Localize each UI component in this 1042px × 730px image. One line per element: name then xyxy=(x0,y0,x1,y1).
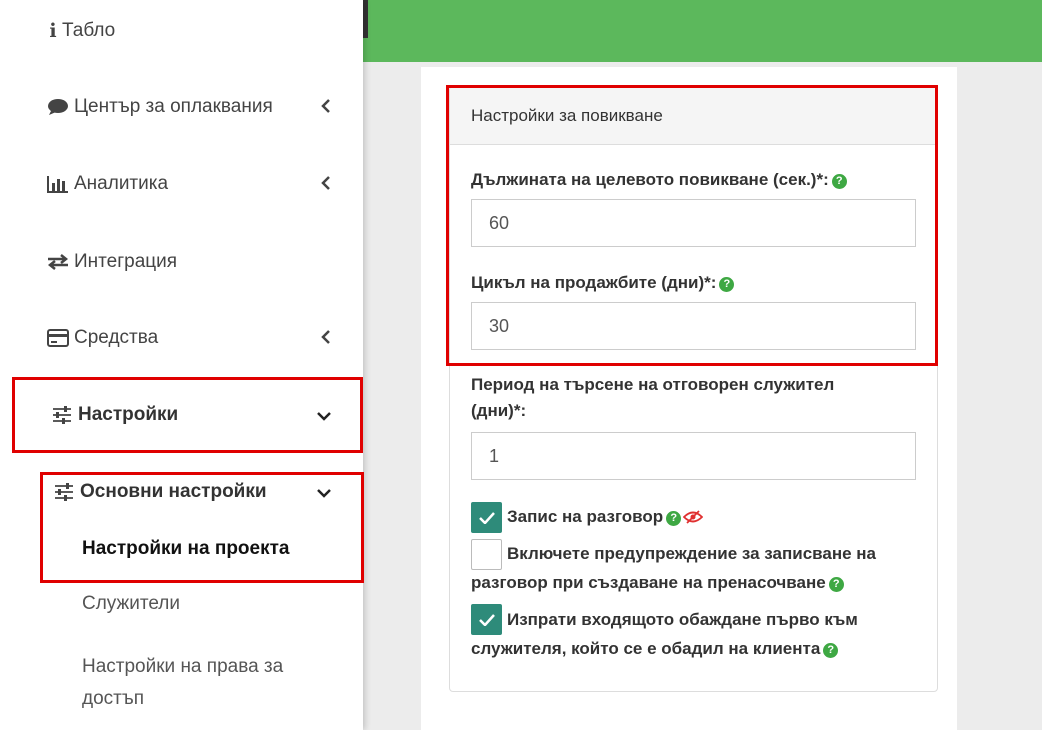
chevron-left-icon xyxy=(321,174,331,195)
help-icon[interactable]: ? xyxy=(823,643,839,658)
sidebar: i Табло Център за оплаквания Аналитика И… xyxy=(0,0,363,730)
sidebar-item-label: Табло xyxy=(62,20,116,41)
bar-chart-icon xyxy=(46,175,70,193)
chevron-left-icon xyxy=(321,328,331,349)
search-period-input[interactable] xyxy=(471,432,916,480)
help-icon[interactable]: ? xyxy=(828,577,844,592)
search-period-label-line: Период на търсене на отговорен служител xyxy=(471,375,835,394)
chevron-left-icon xyxy=(321,97,331,118)
sidebar-subitem-label: Настройки на права за xyxy=(82,656,284,677)
sidebar-item-complaints[interactable]: Център за оплаквания xyxy=(46,96,363,118)
send-incoming-first-checkbox[interactable] xyxy=(471,604,502,635)
sidebar-item-label: Интеграция xyxy=(74,251,178,272)
record-call-checkbox[interactable] xyxy=(471,502,502,533)
sidebar-item-label: Център за оплаквания xyxy=(74,96,273,117)
info-icon: i xyxy=(49,20,57,42)
sidebar-subitem-label: достъп xyxy=(82,688,145,709)
highlight-box-settings xyxy=(12,377,363,453)
help-icon[interactable]: ? xyxy=(666,511,682,526)
highlight-box-basic-settings xyxy=(40,472,364,583)
highlight-box-call-settings xyxy=(446,85,938,366)
sidebar-item-dashboard[interactable]: i Табло xyxy=(46,20,346,42)
record-call-label-text: Запис на разговор xyxy=(507,507,664,526)
exchange-icon xyxy=(46,254,70,270)
record-call-label: Запис на разговор? xyxy=(507,500,704,535)
sidebar-item-label: Аналитика xyxy=(74,173,169,194)
top-header-bar xyxy=(363,0,1042,62)
recording-warning-label-line2: разговор при създаване на пренасочване? xyxy=(471,566,844,599)
sidebar-item-analytics[interactable]: Аналитика xyxy=(46,173,363,195)
send-incoming-first-label-line2: служителя, който се е обадил на клиента? xyxy=(471,632,839,665)
header-divider xyxy=(363,0,368,38)
recording-warning-label-text: разговор при създаване на пренасочване xyxy=(471,573,826,592)
check-icon xyxy=(478,511,495,524)
check-icon xyxy=(478,613,495,626)
sidebar-item-integration[interactable]: Интеграция xyxy=(46,251,346,273)
search-period-label: Период на търсене на отговорен служител … xyxy=(471,372,834,424)
sidebar-subitem-employees[interactable]: Служители xyxy=(82,588,180,620)
search-period-label-line: (дни)*: xyxy=(471,401,527,420)
sidebar-subitem-access-rights[interactable]: Настройки на права за достъп xyxy=(82,651,283,715)
credit-card-icon xyxy=(46,329,70,347)
comment-icon xyxy=(46,98,70,116)
send-incoming-first-label-text: служителя, който се е обадил на клиента xyxy=(471,639,821,658)
sidebar-item-funds[interactable]: Средства xyxy=(46,327,363,349)
eye-slash-icon[interactable] xyxy=(682,502,704,535)
sidebar-item-label: Средства xyxy=(74,327,159,348)
